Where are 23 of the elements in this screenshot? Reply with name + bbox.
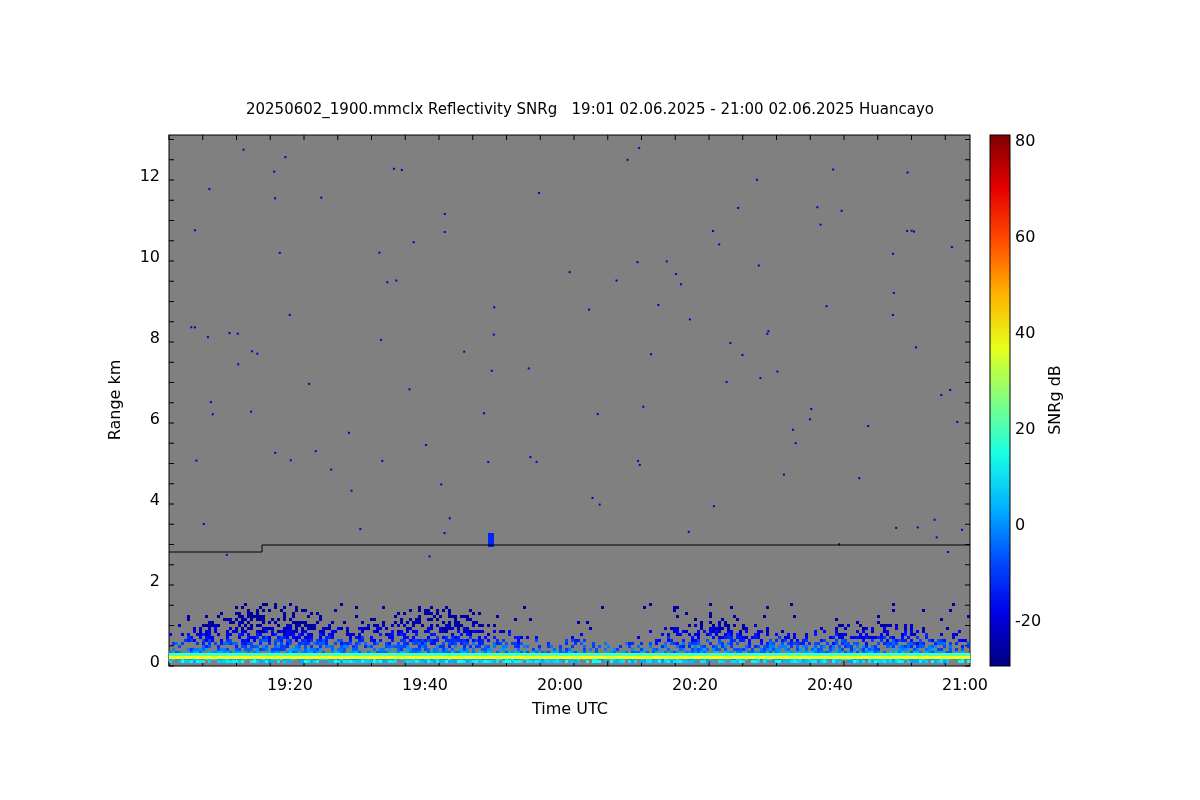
- y-tick-label: 12: [139, 166, 160, 185]
- y-axis-label: Range km: [105, 359, 124, 441]
- x-tick-label: 20:20: [671, 675, 719, 694]
- y-tick-label: 2: [149, 571, 160, 590]
- y-tick-label: 4: [149, 490, 160, 509]
- x-tick-label: 19:20: [266, 675, 314, 694]
- colorbar-tick-label: 0: [1015, 515, 1026, 534]
- y-tick-label: 8: [149, 328, 160, 347]
- x-tick-label: 20:00: [536, 675, 584, 694]
- colorbar-tick-label: -20: [1015, 611, 1042, 630]
- colorbar-tick-label: 60: [1015, 227, 1036, 246]
- y-tick-label: 10: [139, 247, 160, 266]
- colorbar-label: SNRg dB: [1045, 365, 1064, 435]
- colorbar-tick-label: 80: [1015, 131, 1036, 150]
- colorbar-tick-label: 40: [1015, 323, 1036, 342]
- chart-title: 20250602_1900.mmclx Reflectivity SNRg 19:01 02.06.2025 - 21:00 02.06.2025 Huancayo: [246, 100, 934, 118]
- y-tick-label: 6: [149, 409, 160, 428]
- y-tick-label: 0: [149, 652, 160, 671]
- x-tick-label: 20:40: [806, 675, 854, 694]
- x-tick-label: 19:40: [401, 675, 449, 694]
- x-axis-label: Time UTC: [532, 699, 608, 718]
- colorbar-tick-label: 20: [1015, 419, 1036, 438]
- x-tick-label: 21:00: [941, 675, 989, 694]
